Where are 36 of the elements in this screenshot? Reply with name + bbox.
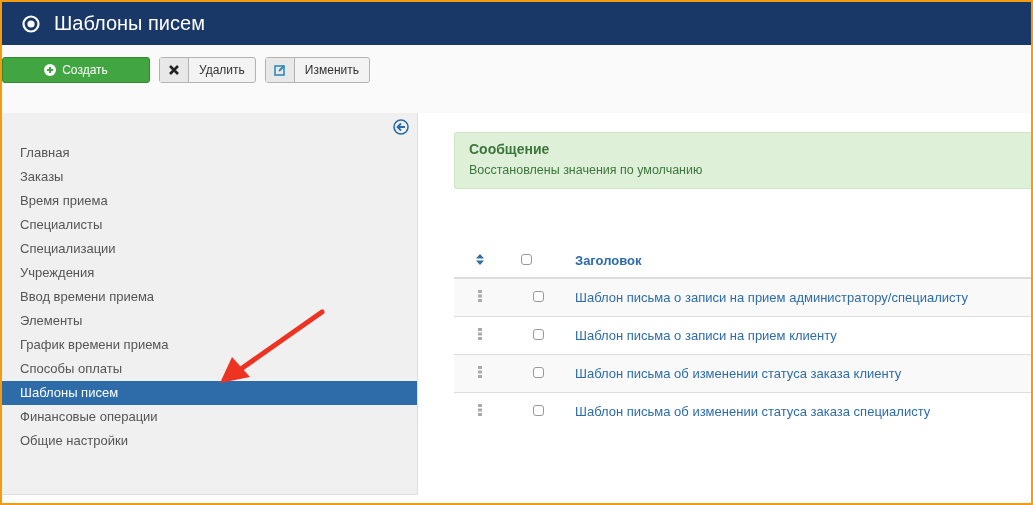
sidebar-item[interactable]: Элементы <box>2 309 417 333</box>
column-header[interactable]: Заголовок <box>575 252 642 268</box>
sidebar-item[interactable]: Шаблоны писем <box>2 381 417 405</box>
template-link[interactable]: Шаблон письма о записи на прием клиенту <box>575 328 837 343</box>
delete-button[interactable]: Удалить <box>159 57 256 83</box>
sidebar-item[interactable]: Главная <box>2 141 417 165</box>
checkbox[interactable] <box>533 405 544 416</box>
message-text: Восстановлены значения по умолчанию <box>469 163 704 177</box>
sidebar-item[interactable]: Учреждения <box>2 261 417 285</box>
drag-handle-icon[interactable] <box>478 290 482 302</box>
edit-button[interactable]: Изменить <box>264 57 370 83</box>
sidebar-item[interactable]: Специалисты <box>2 213 417 237</box>
sidebar-item[interactable]: Финансовые операции <box>2 405 417 429</box>
drag-handle-icon[interactable] <box>478 404 482 416</box>
sidebar-item[interactable]: График времени приема <box>2 333 417 357</box>
checkbox[interactable] <box>533 367 544 378</box>
radio-circle-icon <box>22 14 40 33</box>
sidebar-item[interactable]: Специализации <box>2 237 417 261</box>
template-link[interactable]: Шаблон письма об изменении статуса заказа специалисту <box>575 404 931 419</box>
checkbox[interactable] <box>533 329 544 340</box>
sidebar-item[interactable]: Ввод времени приема <box>2 285 417 309</box>
drag-handle-icon[interactable] <box>478 366 482 378</box>
sidebar-item[interactable]: Время приема <box>2 189 417 213</box>
sort-icon[interactable] <box>476 253 484 265</box>
sidebar-item[interactable]: Способы оплаты <box>2 357 417 381</box>
back-arrow-icon[interactable] <box>393 119 409 135</box>
sidebar-item[interactable]: Заказы <box>2 165 417 189</box>
close-icon <box>168 64 180 76</box>
drag-handle-icon[interactable] <box>478 328 482 340</box>
message-title: Сообщение <box>469 141 551 157</box>
edit-icon <box>273 64 286 76</box>
page-title: Шаблоны писем <box>54 12 205 35</box>
sidebar-item[interactable]: Общие настройки <box>2 429 417 453</box>
checkbox[interactable] <box>521 253 532 265</box>
plus-circle-icon <box>44 64 57 76</box>
checkbox[interactable] <box>533 291 544 302</box>
